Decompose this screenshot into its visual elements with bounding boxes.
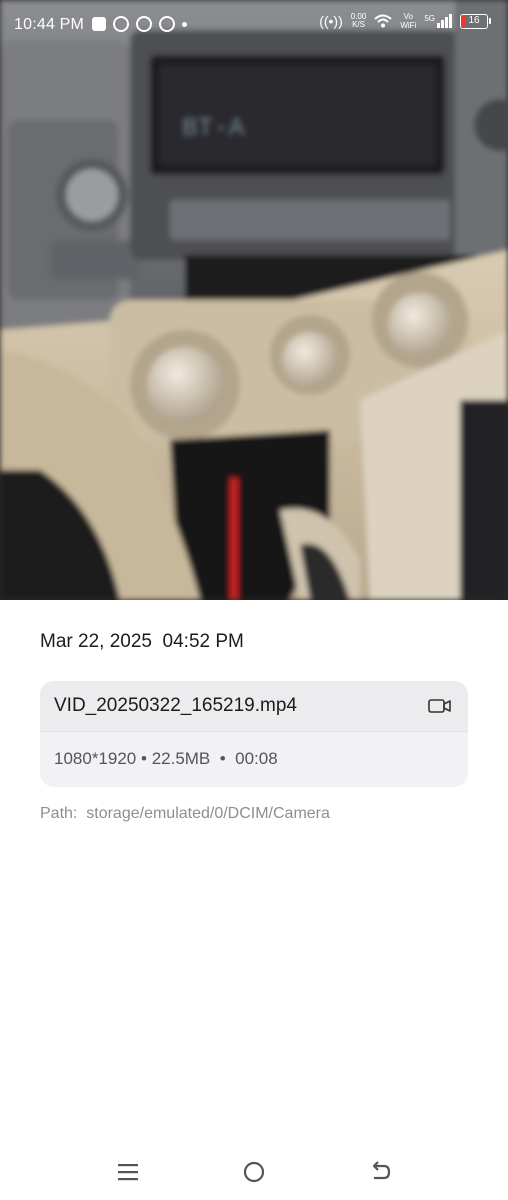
file-info-card: VID_20250322_165219.mp4 1080*1920 • 22.5… [40, 681, 468, 787]
file-path: Path: storage/emulated/0/DCIM/Camera [40, 805, 330, 823]
back-button[interactable] [366, 1160, 394, 1184]
battery-level: 16 [468, 15, 480, 26]
file-name: VID_20250322_165219.mp4 [54, 695, 297, 716]
whatsapp-icon [113, 16, 129, 32]
vowifi-bottom: WiFi [400, 21, 417, 30]
net-speed: 0.00 K/S [351, 13, 367, 29]
notification-icons [92, 16, 187, 32]
net-speed-unit: K/S [352, 20, 365, 29]
file-resolution: 1080*1920 [54, 749, 137, 768]
menu-icon [118, 1164, 138, 1181]
capture-time: 04:52 PM [162, 631, 244, 652]
file-size: 22.5MB [151, 749, 211, 768]
path-value: storage/emulated/0/DCIM/Camera [86, 805, 330, 822]
status-bar: 10:44 PM ((•)) 0.00 K/S Vo WiFi 5G 16 [0, 0, 508, 52]
hotspot-icon: ((•)) [319, 13, 343, 29]
video-preview-image[interactable]: BT-A [0, 0, 508, 600]
system-icons: ((•)) 0.00 K/S Vo WiFi 5G 16 [319, 12, 491, 30]
home-circle-icon [243, 1161, 265, 1183]
whatsapp-business-icon [136, 16, 152, 32]
signal-strength-icon: 5G [424, 14, 452, 28]
network-type: 5G [424, 14, 435, 23]
wifi-icon [374, 14, 392, 28]
path-label: Path: [40, 805, 78, 822]
messenger-icon [159, 16, 175, 32]
battery-icon: 16 [460, 13, 491, 29]
file-meta: 1080*1920 • 22.5MB • 00:08 [54, 749, 278, 769]
more-dot-icon [182, 21, 187, 27]
file-duration: 00:08 [235, 749, 278, 768]
vowifi-indicator: Vo WiFi [400, 12, 416, 30]
meta-separator: • [219, 749, 226, 768]
status-time: 10:44 PM [14, 16, 85, 33]
back-icon [372, 1161, 391, 1180]
recents-button[interactable] [114, 1160, 142, 1184]
video-camera-icon [428, 699, 451, 713]
home-button[interactable] [240, 1160, 268, 1184]
vowifi-top: Vo [403, 12, 413, 21]
file-card-header: VID_20250322_165219.mp4 [40, 681, 468, 732]
app-square-icon [92, 17, 106, 31]
radio-display-text: BT-A [182, 113, 245, 143]
file-details-screen: BT-A 10:44 PM ((•)) 0.00 K/S Vo WiFi 5G … [0, 0, 508, 1200]
navigation-bar [0, 1148, 508, 1200]
capture-date: Mar 22, 2025 [40, 631, 152, 652]
date-time-line: Mar 22, 2025 04:52 PM [40, 631, 244, 653]
meta-separator: • [141, 749, 147, 768]
